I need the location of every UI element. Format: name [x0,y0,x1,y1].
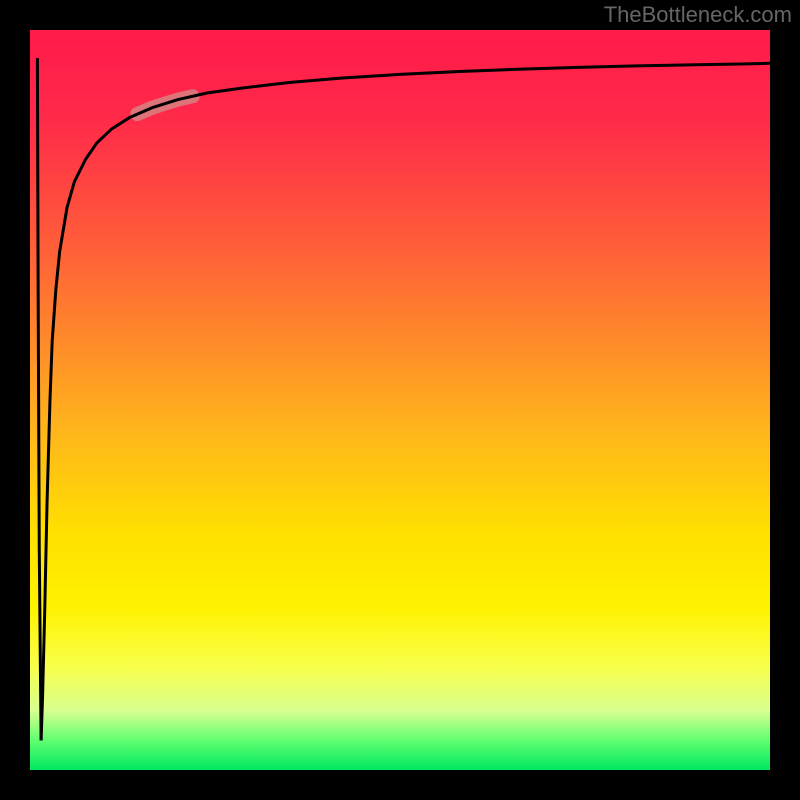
bottleneck-curve-line [41,63,770,740]
chart-root: TheBottleneck.com [0,0,800,800]
plot-area [30,30,770,770]
curve-svg [30,30,770,770]
watermark-label: TheBottleneck.com [604,2,792,28]
initial-drop-line [37,58,41,740]
